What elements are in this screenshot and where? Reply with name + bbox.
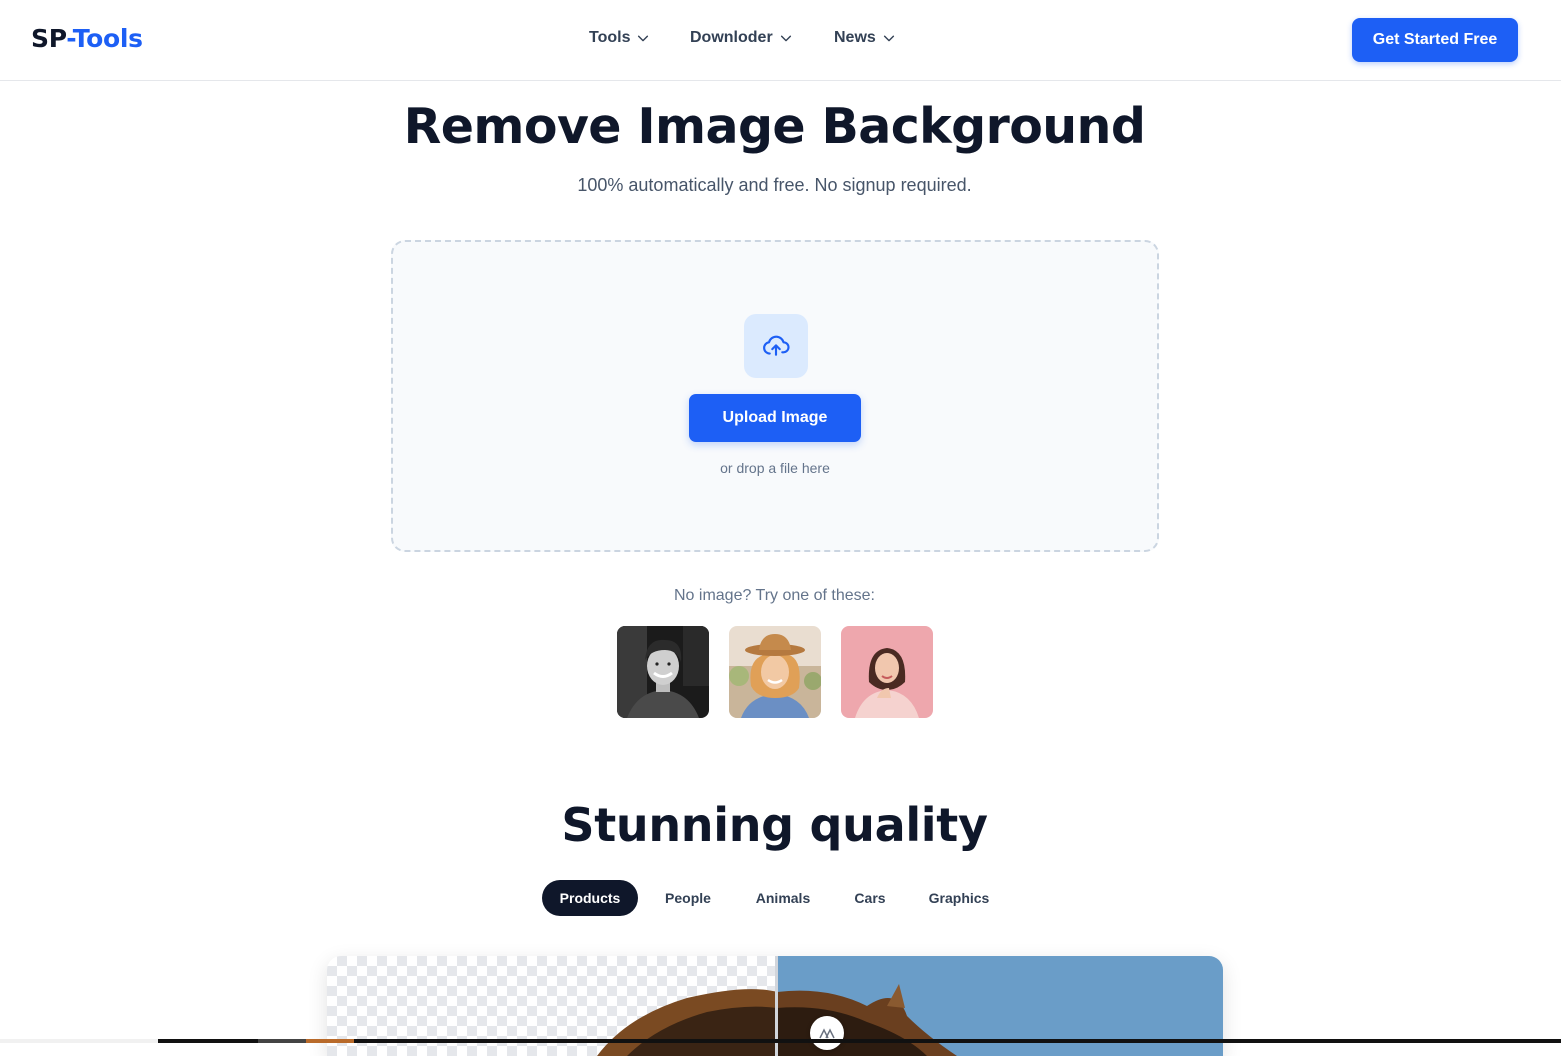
page-bottom-edge — [0, 1039, 158, 1043]
sample-image-woman-hat[interactable] — [729, 626, 821, 718]
tab-animals[interactable]: Animals — [742, 880, 824, 916]
bottom-strip-segment — [258, 1039, 306, 1043]
samples-label: No image? Try one of these: — [674, 587, 875, 604]
get-started-button[interactable]: Get Started Free — [1352, 18, 1518, 62]
sample-man-bw-image — [617, 626, 709, 718]
nav-news-label: News — [834, 29, 876, 46]
compare-slider-handle[interactable] — [810, 1016, 844, 1050]
chevron-down-icon — [638, 35, 649, 42]
page-subtitle: 100% automatically and free. No signup r… — [577, 175, 972, 195]
tab-products[interactable]: Products — [542, 880, 638, 916]
page-title: Remove Image Background — [403, 98, 1146, 155]
sample-image-man[interactable] — [617, 626, 709, 718]
sample-woman-hat-image — [729, 626, 821, 718]
main-nav: Tools Downloder News — [0, 29, 1561, 53]
site-header: SP-Tools Tools Downloder News Get Starte… — [0, 0, 1561, 81]
tab-cars[interactable]: Cars — [842, 880, 898, 916]
bottom-strip-segment — [306, 1039, 354, 1043]
nav-tools[interactable]: Tools — [589, 29, 650, 47]
sample-image-woman-pink[interactable] — [841, 626, 933, 718]
chevron-down-icon — [883, 35, 894, 42]
nav-downloader-label: Downloder — [690, 29, 773, 46]
bottom-strip — [158, 1039, 1561, 1043]
nav-news[interactable]: News — [834, 29, 896, 47]
upload-image-button[interactable]: Upload Image — [689, 394, 861, 442]
nav-downloader[interactable]: Downloder — [690, 29, 793, 47]
drop-hint: or drop a file here — [720, 460, 830, 476]
chevron-down-icon — [780, 35, 791, 42]
section-title-quality: Stunning quality — [561, 798, 988, 852]
sample-woman-pink-image — [841, 626, 933, 718]
cloud-upload-icon — [744, 314, 808, 378]
tab-people[interactable]: People — [650, 880, 726, 916]
nav-tools-label: Tools — [589, 29, 631, 46]
upload-dropzone[interactable]: Upload Image or drop a file here — [391, 240, 1159, 552]
slider-handle-icon — [819, 1028, 835, 1039]
tab-graphics[interactable]: Graphics — [914, 880, 1004, 916]
